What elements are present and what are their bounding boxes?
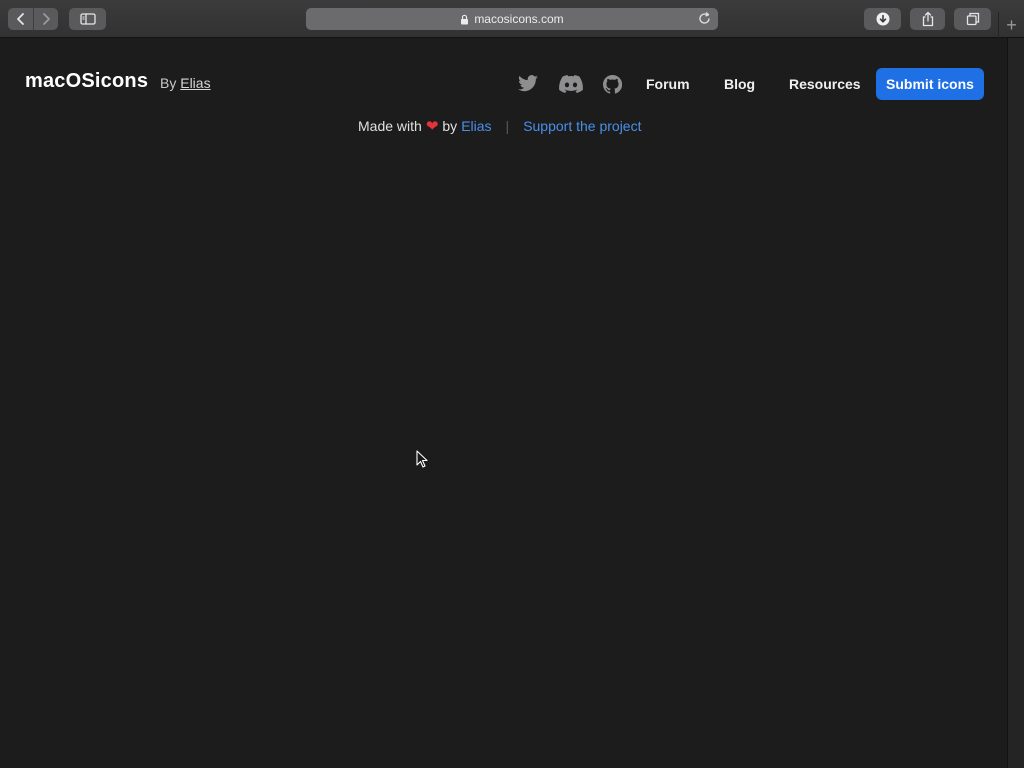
sidebar-toggle-button[interactable]: [69, 8, 106, 30]
tabs-overview-icon: [966, 12, 979, 26]
heart-icon: ❤: [425, 118, 439, 135]
nav-forum-link[interactable]: Forum: [646, 76, 690, 92]
downloads-button[interactable]: [864, 8, 901, 30]
github-icon[interactable]: [601, 74, 623, 94]
share-icon: [922, 11, 933, 27]
plus-icon: +: [1006, 15, 1017, 35]
separator: |: [505, 118, 510, 134]
forward-button[interactable]: [33, 8, 58, 30]
tagline-author-link[interactable]: Elias: [461, 118, 491, 134]
download-icon: [876, 12, 889, 26]
new-tab-button[interactable]: +: [998, 12, 1024, 38]
nav-resources-link[interactable]: Resources: [789, 76, 861, 92]
made-with-text: Made with: [358, 118, 422, 134]
by-label: By: [160, 75, 177, 91]
twitter-icon[interactable]: [517, 74, 539, 94]
tabs-group: [954, 8, 991, 30]
support-project-link[interactable]: Support the project: [523, 118, 641, 134]
back-button[interactable]: [8, 8, 33, 30]
chevron-left-icon: [16, 13, 24, 25]
reload-icon[interactable]: [697, 11, 712, 26]
navigation-buttons: [8, 8, 58, 30]
lock-icon: [460, 14, 469, 25]
sidebar-icon: [79, 13, 96, 25]
author-link[interactable]: Elias: [180, 75, 210, 91]
site-logo[interactable]: macOSicons: [25, 70, 148, 93]
window-edge: [1007, 38, 1024, 768]
author-byline: By Elias: [160, 75, 211, 91]
url-text: macosicons.com: [474, 12, 564, 26]
nav-blog-link[interactable]: Blog: [724, 76, 755, 92]
sidebar-toggle-group: [69, 8, 106, 30]
chevron-right-icon: [43, 13, 50, 25]
discord-icon[interactable]: [559, 74, 583, 94]
mouse-cursor-icon: [416, 450, 428, 468]
by-text: by: [442, 118, 458, 134]
browser-toolbar: macosicons.com +: [0, 0, 1024, 38]
tab-overview-button[interactable]: [954, 8, 991, 30]
downloads-group: [864, 8, 901, 30]
tagline: Made with ❤ by Elias | Support the proje…: [358, 116, 641, 136]
web-page: macOSicons By Elias Forum Blog Resources…: [0, 38, 1007, 768]
address-bar[interactable]: macosicons.com: [306, 8, 718, 30]
share-group: [910, 8, 945, 30]
share-button[interactable]: [910, 8, 945, 30]
submit-icons-button[interactable]: Submit icons: [876, 68, 984, 100]
